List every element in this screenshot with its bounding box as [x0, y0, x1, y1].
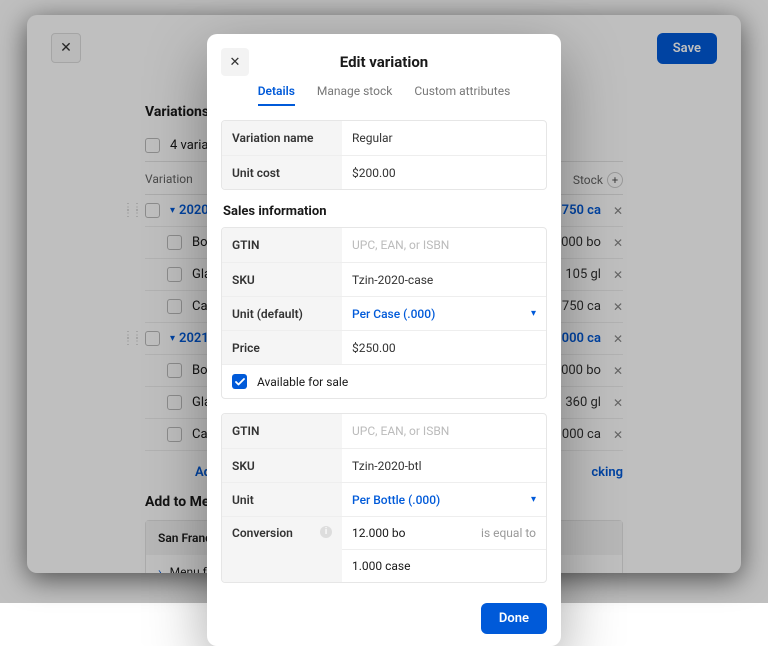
tab-details[interactable]: Details	[258, 84, 295, 106]
conversion-values: 12.000 bo is equal to 1.000 case	[342, 517, 546, 582]
unit-cost-label: Unit cost	[222, 156, 342, 189]
tab-manage-stock[interactable]: Manage stock	[317, 84, 392, 106]
sku-label: SKU	[222, 449, 342, 482]
price-label: Price	[222, 331, 342, 364]
unit-default-value: Per Case (.000)	[352, 307, 435, 321]
sku-label: SKU	[222, 263, 342, 296]
sales-info-card-1: GTIN UPC, EAN, or ISBN SKU Tzin-2020-cas…	[221, 227, 547, 399]
sales-info-card-2: GTIN UPC, EAN, or ISBN SKU Tzin-2020-btl…	[221, 413, 547, 583]
conversion-from-input[interactable]: 12.000 bo	[352, 526, 405, 540]
unit-label: Unit	[222, 483, 342, 516]
modal-title: Edit variation	[221, 53, 547, 71]
variation-name-input[interactable]: Regular	[342, 121, 546, 155]
chevron-down-icon: ▾	[531, 494, 536, 505]
sku-input[interactable]: Tzin-2020-case	[342, 263, 546, 296]
available-for-sale-row[interactable]: Available for sale	[222, 364, 546, 398]
done-button[interactable]: Done	[481, 603, 547, 634]
conversion-to-input[interactable]: 1.000 case	[352, 559, 410, 573]
gtin-input[interactable]: UPC, EAN, or ISBN	[342, 228, 546, 262]
basic-info-card: Variation name Regular Unit cost $200.00	[221, 120, 547, 190]
unit-default-select[interactable]: Per Case (.000) ▾	[342, 297, 546, 330]
unit-cost-input[interactable]: $200.00	[342, 156, 546, 189]
edit-variation-modal: ✕ Edit variation Details Manage stock Cu…	[207, 34, 561, 646]
sku-input[interactable]: Tzin-2020-btl	[342, 449, 546, 482]
sales-info-heading: Sales information	[223, 204, 547, 219]
gtin-input[interactable]: UPC, EAN, or ISBN	[342, 414, 546, 448]
unit-default-label: Unit (default)	[222, 297, 342, 330]
gtin-label: GTIN	[222, 414, 342, 448]
gtin-label: GTIN	[222, 228, 342, 262]
info-icon[interactable]: i	[320, 526, 332, 538]
unit-select[interactable]: Per Bottle (.000) ▾	[342, 483, 546, 516]
variation-name-label: Variation name	[222, 121, 342, 155]
available-label: Available for sale	[257, 375, 348, 389]
unit-value: Per Bottle (.000)	[352, 493, 440, 507]
price-input[interactable]: $250.00	[342, 331, 546, 364]
conversion-label: Conversion i	[222, 517, 342, 582]
tab-custom-attributes[interactable]: Custom attributes	[414, 84, 510, 106]
available-checkbox[interactable]	[232, 374, 247, 389]
modal-tabs: Details Manage stock Custom attributes	[221, 84, 547, 106]
conversion-equals-text: is equal to	[481, 526, 536, 540]
chevron-down-icon: ▾	[531, 308, 536, 319]
